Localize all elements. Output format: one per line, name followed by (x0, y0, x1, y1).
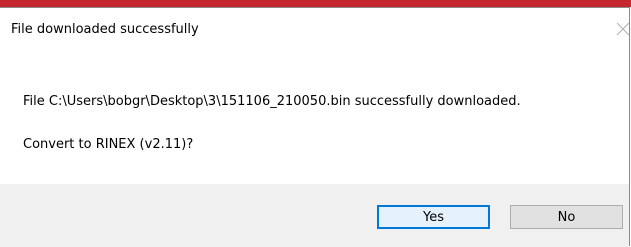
dialog-button-area: Yes No (0, 184, 629, 247)
message-dialog: File downloaded successfully File C:\Use… (0, 7, 630, 247)
close-icon (617, 22, 629, 36)
convert-question: Convert to RINEX (v2.11)? (23, 137, 194, 152)
dialog-content: File C:\Users\bobgr\Desktop\3\151106_210… (0, 46, 629, 167)
no-button[interactable]: No (510, 205, 623, 229)
dialog-title-bar[interactable]: File downloaded successfully (0, 8, 629, 46)
close-button[interactable] (615, 16, 629, 42)
download-message: File C:\Users\bobgr\Desktop\3\151106_210… (23, 94, 521, 109)
yes-button[interactable]: Yes (377, 205, 490, 229)
dialog-title: File downloaded successfully (11, 22, 199, 37)
background-window-strip (0, 0, 631, 7)
